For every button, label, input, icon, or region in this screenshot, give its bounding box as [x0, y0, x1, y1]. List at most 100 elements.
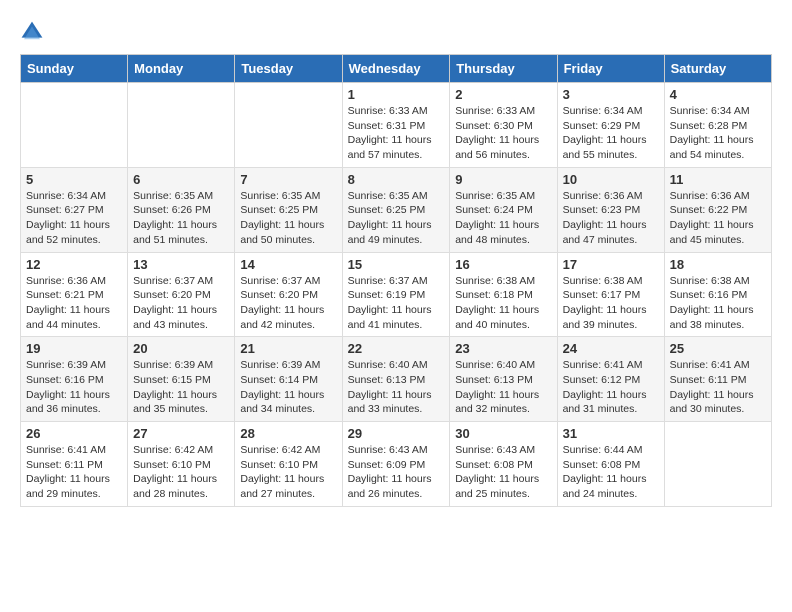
day-info: Sunrise: 6:38 AMSunset: 6:16 PMDaylight:… — [670, 274, 766, 333]
calendar-cell: 9 Sunrise: 6:35 AMSunset: 6:24 PMDaylight… — [450, 167, 557, 252]
calendar-cell: 18 Sunrise: 6:38 AMSunset: 6:16 PMDayligh… — [664, 252, 771, 337]
day-number: 15 — [348, 257, 445, 272]
day-info: Sunrise: 6:34 AMSunset: 6:27 PMDaylight:… — [26, 189, 122, 248]
day-number: 11 — [670, 172, 766, 187]
day-info: Sunrise: 6:36 AMSunset: 6:22 PMDaylight:… — [670, 189, 766, 248]
day-info: Sunrise: 6:38 AMSunset: 6:18 PMDaylight:… — [455, 274, 551, 333]
weekday-header-tuesday: Tuesday — [235, 55, 342, 83]
calendar-cell: 7 Sunrise: 6:35 AMSunset: 6:25 PMDaylight… — [235, 167, 342, 252]
calendar-cell: 15 Sunrise: 6:37 AMSunset: 6:19 PMDayligh… — [342, 252, 450, 337]
calendar-cell — [21, 83, 128, 168]
day-info: Sunrise: 6:42 AMSunset: 6:10 PMDaylight:… — [133, 443, 229, 502]
calendar-cell: 23 Sunrise: 6:40 AMSunset: 6:13 PMDayligh… — [450, 337, 557, 422]
calendar-cell: 14Sunrise: 6:37 AMSunset: 6:20 PMDayligh… — [235, 252, 342, 337]
weekday-header-friday: Friday — [557, 55, 664, 83]
calendar-cell — [664, 422, 771, 507]
day-number: 24 — [563, 341, 659, 356]
day-number: 23 — [455, 341, 551, 356]
day-info: Sunrise: 6:40 AMSunset: 6:13 PMDaylight:… — [348, 358, 445, 417]
day-info: Sunrise: 6:33 AMSunset: 6:30 PMDaylight:… — [455, 104, 551, 163]
weekday-header-row: SundayMondayTuesdayWednesdayThursdayFrid… — [21, 55, 772, 83]
calendar-table: SundayMondayTuesdayWednesdayThursdayFrid… — [20, 54, 772, 507]
calendar-cell: 24 Sunrise: 6:41 AMSunset: 6:12 PMDayligh… — [557, 337, 664, 422]
day-info: Sunrise: 6:41 AMSunset: 6:11 PMDaylight:… — [670, 358, 766, 417]
day-number: 8 — [348, 172, 445, 187]
week-row-5: 26Sunrise: 6:41 AMSunset: 6:11 PMDayligh… — [21, 422, 772, 507]
day-info: Sunrise: 6:37 AMSunset: 6:19 PMDaylight:… — [348, 274, 445, 333]
calendar-cell: 25 Sunrise: 6:41 AMSunset: 6:11 PMDayligh… — [664, 337, 771, 422]
day-info: Sunrise: 6:39 AMSunset: 6:14 PMDaylight:… — [240, 358, 336, 417]
day-number: 22 — [348, 341, 445, 356]
day-info: Sunrise: 6:39 AMSunset: 6:16 PMDaylight:… — [26, 358, 122, 417]
calendar-cell: 16 Sunrise: 6:38 AMSunset: 6:18 PMDayligh… — [450, 252, 557, 337]
day-info: Sunrise: 6:35 AMSunset: 6:25 PMDaylight:… — [348, 189, 445, 248]
day-number: 9 — [455, 172, 551, 187]
day-info: Sunrise: 6:36 AMSunset: 6:23 PMDaylight:… — [563, 189, 659, 248]
day-info: Sunrise: 6:35 AMSunset: 6:26 PMDaylight:… — [133, 189, 229, 248]
weekday-header-monday: Monday — [128, 55, 235, 83]
calendar-cell — [128, 83, 235, 168]
day-number: 4 — [670, 87, 766, 102]
week-row-1: 1 Sunrise: 6:33 AMSunset: 6:31 PMDaylight… — [21, 83, 772, 168]
day-number: 10 — [563, 172, 659, 187]
calendar-cell: 8 Sunrise: 6:35 AMSunset: 6:25 PMDaylight… — [342, 167, 450, 252]
day-info: Sunrise: 6:39 AMSunset: 6:15 PMDaylight:… — [133, 358, 229, 417]
day-info: Sunrise: 6:36 AMSunset: 6:21 PMDaylight:… — [26, 274, 122, 333]
day-number: 16 — [455, 257, 551, 272]
day-info: Sunrise: 6:44 AMSunset: 6:08 PMDaylight:… — [563, 443, 659, 502]
day-info: Sunrise: 6:40 AMSunset: 6:13 PMDaylight:… — [455, 358, 551, 417]
logo — [20, 20, 48, 44]
calendar-cell: 21 Sunrise: 6:39 AMSunset: 6:14 PMDayligh… — [235, 337, 342, 422]
day-info: Sunrise: 6:38 AMSunset: 6:17 PMDaylight:… — [563, 274, 659, 333]
calendar-cell: 3Sunrise: 6:34 AMSunset: 6:29 PMDaylight… — [557, 83, 664, 168]
day-number: 21 — [240, 341, 336, 356]
day-number: 6 — [133, 172, 229, 187]
calendar-cell: 26Sunrise: 6:41 AMSunset: 6:11 PMDayligh… — [21, 422, 128, 507]
weekday-header-saturday: Saturday — [664, 55, 771, 83]
calendar-cell: 27 Sunrise: 6:42 AMSunset: 6:10 PMDayligh… — [128, 422, 235, 507]
day-info: Sunrise: 6:34 AMSunset: 6:29 PMDaylight:… — [563, 104, 659, 163]
calendar-cell: 17Sunrise: 6:38 AMSunset: 6:17 PMDayligh… — [557, 252, 664, 337]
day-number: 27 — [133, 426, 229, 441]
day-info: Sunrise: 6:35 AMSunset: 6:24 PMDaylight:… — [455, 189, 551, 248]
day-number: 20 — [133, 341, 229, 356]
calendar-cell: 12 Sunrise: 6:36 AMSunset: 6:21 PMDayligh… — [21, 252, 128, 337]
day-info: Sunrise: 6:43 AMSunset: 6:08 PMDaylight:… — [455, 443, 551, 502]
day-number: 29 — [348, 426, 445, 441]
calendar-cell: 10 Sunrise: 6:36 AMSunset: 6:23 PMDayligh… — [557, 167, 664, 252]
week-row-3: 12 Sunrise: 6:36 AMSunset: 6:21 PMDayligh… — [21, 252, 772, 337]
calendar-cell: 1 Sunrise: 6:33 AMSunset: 6:31 PMDaylight… — [342, 83, 450, 168]
weekday-header-sunday: Sunday — [21, 55, 128, 83]
page-header — [20, 20, 772, 44]
calendar-cell: 20 Sunrise: 6:39 AMSunset: 6:15 PMDayligh… — [128, 337, 235, 422]
day-info: Sunrise: 6:41 AMSunset: 6:11 PMDaylight:… — [26, 443, 122, 502]
calendar-cell: 29Sunrise: 6:43 AMSunset: 6:09 PMDayligh… — [342, 422, 450, 507]
day-number: 19 — [26, 341, 122, 356]
calendar-cell: 28Sunrise: 6:42 AMSunset: 6:10 PMDayligh… — [235, 422, 342, 507]
day-info: Sunrise: 6:37 AMSunset: 6:20 PMDaylight:… — [240, 274, 336, 333]
calendar-cell: 31Sunrise: 6:44 AMSunset: 6:08 PMDayligh… — [557, 422, 664, 507]
day-number: 7 — [240, 172, 336, 187]
day-number: 2 — [455, 87, 551, 102]
calendar-cell: 2 Sunrise: 6:33 AMSunset: 6:30 PMDaylight… — [450, 83, 557, 168]
day-info: Sunrise: 6:41 AMSunset: 6:12 PMDaylight:… — [563, 358, 659, 417]
day-info: Sunrise: 6:34 AMSunset: 6:28 PMDaylight:… — [670, 104, 766, 163]
day-number: 18 — [670, 257, 766, 272]
day-number: 30 — [455, 426, 551, 441]
day-number: 1 — [348, 87, 445, 102]
day-info: Sunrise: 6:33 AMSunset: 6:31 PMDaylight:… — [348, 104, 445, 163]
calendar-cell: 5Sunrise: 6:34 AMSunset: 6:27 PMDaylight… — [21, 167, 128, 252]
day-number: 25 — [670, 341, 766, 356]
logo-icon — [20, 20, 44, 44]
week-row-2: 5Sunrise: 6:34 AMSunset: 6:27 PMDaylight… — [21, 167, 772, 252]
calendar-cell: 13Sunrise: 6:37 AMSunset: 6:20 PMDayligh… — [128, 252, 235, 337]
day-number: 13 — [133, 257, 229, 272]
calendar-cell: 4 Sunrise: 6:34 AMSunset: 6:28 PMDaylight… — [664, 83, 771, 168]
calendar-cell: 11 Sunrise: 6:36 AMSunset: 6:22 PMDayligh… — [664, 167, 771, 252]
day-info: Sunrise: 6:42 AMSunset: 6:10 PMDaylight:… — [240, 443, 336, 502]
day-info: Sunrise: 6:35 AMSunset: 6:25 PMDaylight:… — [240, 189, 336, 248]
calendar-cell — [235, 83, 342, 168]
calendar-cell: 19 Sunrise: 6:39 AMSunset: 6:16 PMDayligh… — [21, 337, 128, 422]
day-number: 12 — [26, 257, 122, 272]
week-row-4: 19 Sunrise: 6:39 AMSunset: 6:16 PMDayligh… — [21, 337, 772, 422]
